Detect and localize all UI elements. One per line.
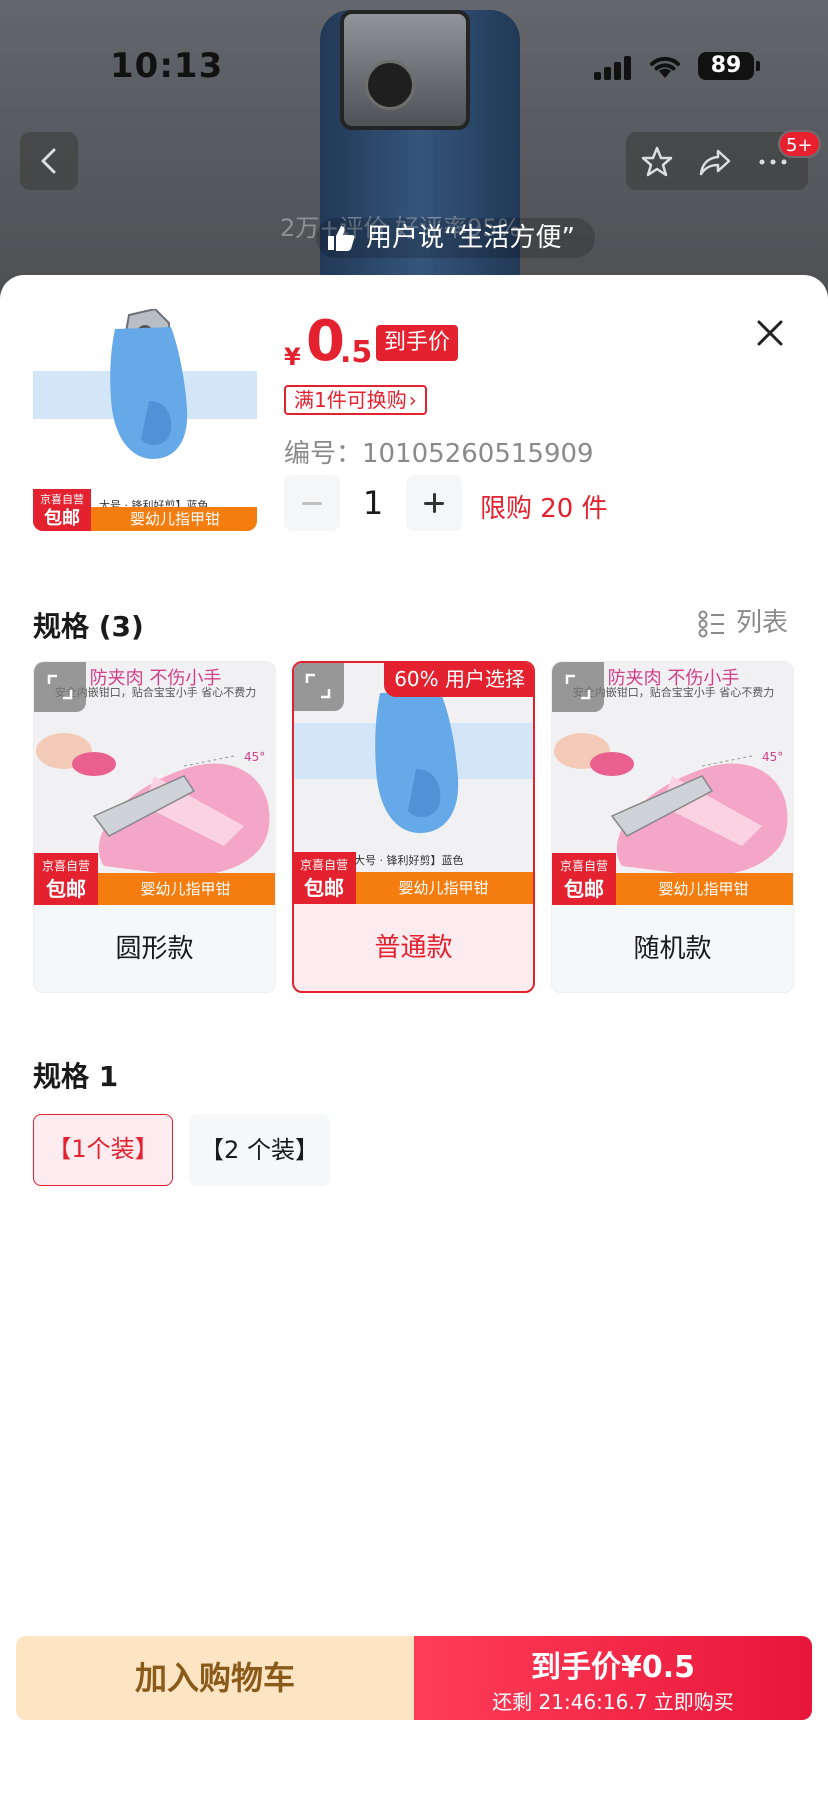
back-button[interactable] xyxy=(20,132,78,190)
status-time: 10:13 xyxy=(110,46,224,86)
price-decimal: .5 xyxy=(340,335,373,370)
expand-image-button[interactable] xyxy=(552,662,604,712)
spec-card-label: 普通款 xyxy=(374,933,453,963)
quantity-value[interactable]: 1 xyxy=(340,475,406,531)
jd-self-run-badge: 京喜自营 包邮 xyxy=(33,489,91,531)
chevron-left-icon xyxy=(41,148,56,174)
quantity-increase-button[interactable] xyxy=(406,475,462,531)
popular-choice-badge: 60% 用户选择 xyxy=(384,663,533,697)
option-2-pack[interactable]: 【2 个装】 xyxy=(189,1114,330,1186)
spec-card-label: 随机款 xyxy=(633,934,712,964)
expand-image-button[interactable] xyxy=(34,662,86,712)
add-to-cart-button[interactable]: 加入购物车 xyxy=(16,1636,414,1720)
chevron-right-icon: › xyxy=(408,388,417,412)
promo-tag[interactable]: 满1件可换购 › xyxy=(284,385,427,415)
star-icon[interactable] xyxy=(640,145,674,179)
product-thumbnail[interactable]: 大号 · 锋利好剪】蓝色 婴幼儿指甲钳 京喜自营 包邮 xyxy=(33,309,257,531)
expand-icon xyxy=(305,673,331,699)
product-page-background: 10:13 89 5+ 2万+评价 好评率95% 用户说“生活方便” xyxy=(0,0,828,300)
sku-selector-sheet: 大号 · 锋利好剪】蓝色 婴幼儿指甲钳 京喜自营 包邮 ¥ 0 .5 到手价 满… xyxy=(0,275,828,1801)
jd-self-run-badge: 京喜自营 包邮 xyxy=(552,853,616,905)
spec-card-standard[interactable]: 大号 · 锋利好剪】蓝色 婴幼儿指甲钳 京喜自营 包邮 60% 用户选择 普通款 xyxy=(292,661,535,993)
signal-icon xyxy=(594,56,634,80)
buy-now-button[interactable]: 到手价¥0.5 还剩 21:46:16.7 立即购买 xyxy=(414,1636,812,1720)
jd-self-run-badge: 京喜自营 包邮 xyxy=(294,852,356,904)
quantity-decrease-button[interactable] xyxy=(284,475,340,531)
final-price-tag: 到手价 xyxy=(376,325,459,361)
wifi-icon xyxy=(648,52,682,80)
list-view-toggle[interactable]: 列表 xyxy=(698,603,788,643)
nail-clipper-image xyxy=(110,309,188,459)
battery-icon: 89 xyxy=(698,52,760,80)
buy-now-price: 到手价¥0.5 xyxy=(530,1650,696,1685)
expand-icon xyxy=(47,674,73,700)
spec-card-random[interactable]: 防夹肉 不伤小手 安全内嵌钳口，贴合宝宝小手 省心不费力 45° 婴幼儿指甲钳 … xyxy=(551,661,794,993)
expand-image-button[interactable] xyxy=(294,663,344,711)
thumbs-up-icon xyxy=(328,226,355,251)
buy-now-countdown: 还剩 21:46:16.7 立即购买 xyxy=(492,1690,734,1714)
jd-self-run-badge: 京喜自营 包邮 xyxy=(34,853,98,905)
status-bar: 10:13 89 xyxy=(0,40,828,90)
bottom-action-bar: 加入购物车 到手价¥0.5 还剩 21:46:16.7 立即购买 xyxy=(16,1636,812,1720)
review-pill: 用户说“生活方便” xyxy=(316,218,595,258)
close-icon[interactable] xyxy=(750,313,790,353)
price-currency: ¥ xyxy=(284,343,301,371)
expand-icon xyxy=(565,674,591,700)
spec-section-title: 规格 (3) xyxy=(33,610,144,643)
review-text: 用户说“生活方便” xyxy=(366,223,575,253)
purchase-limit: 限购 20 件 xyxy=(480,494,608,524)
cart-count-badge: 5+ xyxy=(778,130,821,158)
option-1-pack[interactable]: 【1个装】 xyxy=(33,1114,173,1186)
spec-card-round[interactable]: 防夹肉 不伤小手 安全内嵌钳口，贴合宝宝小手 省心不费力 45° 婴幼儿指甲钳 … xyxy=(33,661,276,993)
sku-code: 编号：10105260515909 xyxy=(284,439,594,469)
spec1-section-title: 规格 1 xyxy=(33,1060,119,1093)
spec-card-list: 防夹肉 不伤小手 安全内嵌钳口，贴合宝宝小手 省心不费力 45° 婴幼儿指甲钳 … xyxy=(33,661,795,993)
spec-card-label: 圆形款 xyxy=(115,934,194,964)
list-icon xyxy=(698,610,724,638)
share-icon[interactable] xyxy=(698,145,732,179)
